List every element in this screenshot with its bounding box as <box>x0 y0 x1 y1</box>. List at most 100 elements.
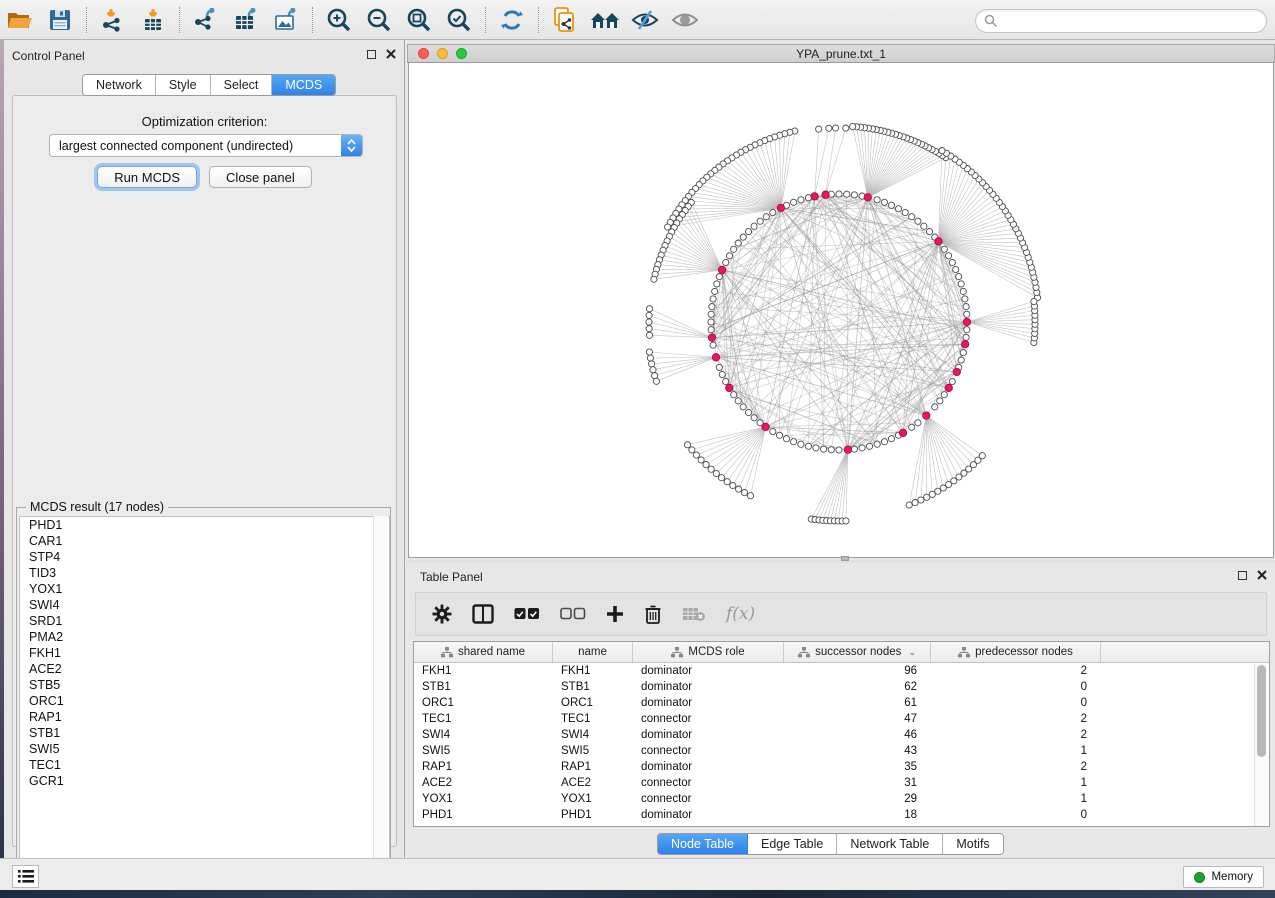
export-image-button[interactable] <box>269 4 303 36</box>
table-row[interactable]: STB1STB1dominator620 <box>414 679 1269 695</box>
network-leaf-node[interactable] <box>646 306 652 312</box>
network-leaf-node[interactable] <box>684 442 690 448</box>
table-row[interactable]: ACE2ACE2connector311 <box>414 775 1269 791</box>
network-leaf-node[interactable] <box>843 125 849 131</box>
network-node[interactable] <box>963 334 969 340</box>
network-leaf-node[interactable] <box>979 453 985 459</box>
save-session-button[interactable] <box>43 4 77 36</box>
table-settings-button[interactable] <box>432 604 452 624</box>
network-leaf-node[interactable] <box>730 482 736 488</box>
network-node[interactable] <box>813 445 819 451</box>
network-node[interactable] <box>888 436 894 442</box>
network-leaf-node[interactable] <box>850 123 856 129</box>
network-leaf-node[interactable] <box>918 497 924 503</box>
network-node[interactable] <box>708 327 714 333</box>
unselect-all-columns-button[interactable] <box>560 607 586 621</box>
network-leaf-node[interactable] <box>653 378 659 384</box>
houses-button[interactable] <box>588 4 622 36</box>
network-leaf-node[interactable] <box>646 326 652 332</box>
mcds-hub-node[interactable] <box>945 384 952 391</box>
zoom-in-button[interactable] <box>322 4 356 36</box>
network-node[interactable] <box>909 214 915 220</box>
network-node[interactable] <box>926 228 932 234</box>
network-node[interactable] <box>723 378 729 384</box>
network-leaf-node[interactable] <box>649 361 655 367</box>
network-leaf-node[interactable] <box>647 355 653 361</box>
network-leaf-node[interactable] <box>833 125 839 131</box>
mcds-result-list[interactable]: PHD1CAR1STP4TID3YOX1SWI4SRD1PMA2FKH1ACE2… <box>19 516 390 879</box>
mcds-result-item[interactable]: ACE2 <box>20 661 389 677</box>
network-node[interactable] <box>708 311 714 317</box>
mcds-result-item[interactable]: PMA2 <box>20 629 389 645</box>
network-leaf-node[interactable] <box>698 457 704 463</box>
show-column-panel-button[interactable] <box>472 604 494 624</box>
network-leaf-node[interactable] <box>650 367 656 373</box>
network-node[interactable] <box>770 209 776 215</box>
network-leaf-node[interactable] <box>747 493 753 499</box>
network-leaf-node[interactable] <box>693 452 699 458</box>
network-node[interactable] <box>851 446 857 452</box>
mcds-result-item[interactable]: GCR1 <box>20 773 389 789</box>
mcds-result-item[interactable]: TEC1 <box>20 757 389 773</box>
network-leaf-node[interactable] <box>646 319 652 325</box>
network-node[interactable] <box>958 281 964 287</box>
network-node[interactable] <box>770 428 776 434</box>
table-row[interactable]: SWI4SWI4dominator462 <box>414 727 1269 743</box>
mcds-result-item[interactable]: RAP1 <box>20 709 389 725</box>
mcds-hub-node[interactable] <box>712 354 719 361</box>
network-node[interactable] <box>740 234 746 240</box>
mcds-result-item[interactable]: PHD1 <box>20 517 389 533</box>
mcds-hub-node[interactable] <box>935 238 942 245</box>
network-node[interactable] <box>956 274 962 280</box>
create-column-button[interactable] <box>606 605 624 623</box>
mcds-hub-node[interactable] <box>953 368 960 375</box>
network-leaf-node[interactable] <box>826 125 832 131</box>
mcds-hub-node[interactable] <box>718 266 725 273</box>
network-node[interactable] <box>716 364 722 370</box>
column-header-name[interactable]: name <box>553 642 633 662</box>
zoom-selected-button[interactable] <box>442 4 476 36</box>
column-header-successor-nodes[interactable]: successor nodes⌄ <box>784 642 931 662</box>
criterion-dropdown[interactable]: largest connected component (undirected) <box>49 134 363 157</box>
network-window-titlebar[interactable]: YPA_prune.txt_1 <box>407 44 1275 63</box>
network-node[interactable] <box>745 228 751 234</box>
network-leaf-node[interactable] <box>689 447 695 453</box>
tab-style[interactable]: Style <box>156 75 211 95</box>
network-node[interactable] <box>964 311 970 317</box>
network-node[interactable] <box>719 371 725 377</box>
network-node[interactable] <box>915 218 921 224</box>
import-table-button[interactable] <box>136 4 170 36</box>
network-node[interactable] <box>716 274 722 280</box>
mcds-hub-node[interactable] <box>961 341 968 348</box>
network-node[interactable] <box>909 424 915 430</box>
column-header-predecessor-nodes[interactable]: predecessor nodes <box>931 642 1101 662</box>
network-node[interactable] <box>874 197 880 203</box>
table-row[interactable]: FKH1FKH1dominator962 <box>414 663 1269 679</box>
search-input[interactable] <box>998 14 1248 28</box>
network-node[interactable] <box>821 446 827 452</box>
import-network-button[interactable] <box>96 4 130 36</box>
network-node[interactable] <box>915 420 921 426</box>
mcds-result-item[interactable]: STB1 <box>20 725 389 741</box>
close-panel-button[interactable]: Close panel <box>209 166 312 188</box>
table-row[interactable]: SWI5SWI5connector431 <box>414 743 1269 759</box>
network-node[interactable] <box>757 218 763 224</box>
network-node[interactable] <box>945 253 951 259</box>
mcds-hub-node[interactable] <box>708 334 715 341</box>
node-table[interactable]: shared namenameMCDS rolesuccessor nodes⌄… <box>413 641 1270 827</box>
network-node[interactable] <box>723 259 729 265</box>
delete-table-button[interactable] <box>682 606 706 622</box>
tab-mcds[interactable]: MCDS <box>272 75 335 95</box>
mcds-result-item[interactable]: STB5 <box>20 677 389 693</box>
mcds-result-item[interactable]: SWI4 <box>20 597 389 613</box>
mcds-hub-node[interactable] <box>844 446 851 453</box>
network-node[interactable] <box>953 266 959 272</box>
network-leaf-node[interactable] <box>906 502 912 508</box>
network-node[interactable] <box>881 199 887 205</box>
mcds-hub-node[interactable] <box>963 318 970 325</box>
open-file-button[interactable] <box>3 4 37 36</box>
table-row[interactable]: ORC1ORC1dominator610 <box>414 695 1269 711</box>
network-node[interactable] <box>735 240 741 246</box>
network-node[interactable] <box>805 443 811 449</box>
close-panel-icon[interactable] <box>386 49 396 59</box>
